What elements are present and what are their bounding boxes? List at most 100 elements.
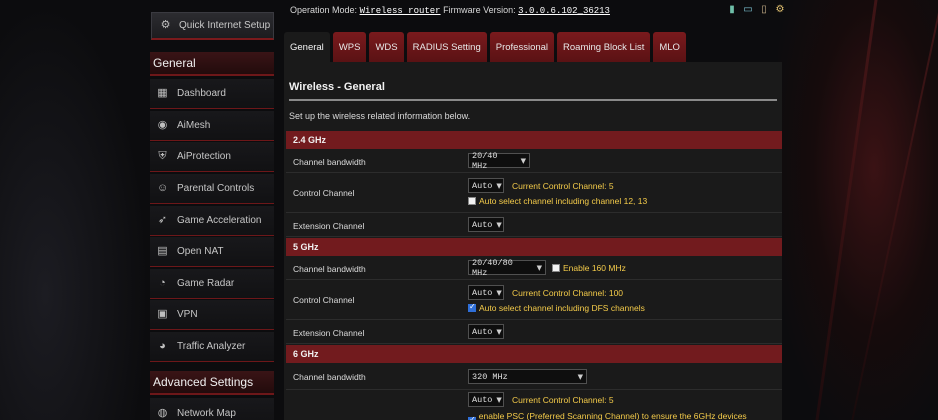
extension-channel-select-2g[interactable]: Auto ▼ xyxy=(468,217,504,232)
row-2g-bandwidth: Channel bandwidth 20/40 MHz ▼ xyxy=(286,149,782,173)
tab-professional[interactable]: Professional xyxy=(489,32,555,62)
background-right xyxy=(778,0,938,420)
quick-internet-setup-button[interactable]: ⚙ Quick Internet Setup xyxy=(151,12,274,40)
sidebar-item-label: Open NAT xyxy=(177,246,224,257)
rocket-icon: ➶ xyxy=(157,214,168,226)
extension-channel-label: Extension Channel xyxy=(293,221,365,231)
psc-checkbox-6g[interactable]: enable PSC (Preferred Scanning Channel) … xyxy=(468,411,782,420)
band-header-2g: 2.4 GHz xyxy=(286,131,782,149)
tab-mlo[interactable]: MLO xyxy=(653,32,686,62)
sidebar-item-network-map[interactable]: ◍ Network Map xyxy=(150,398,274,420)
dashboard-icon: ▦ xyxy=(157,87,168,99)
advanced-settings-title: Advanced Settings xyxy=(150,371,274,395)
sim-icon[interactable]: ▮ xyxy=(726,4,738,16)
globe-icon: ◍ xyxy=(157,406,168,419)
current-channel-status: Current Control Channel: 5 xyxy=(512,394,614,405)
operation-mode-label: Operation Mode: xyxy=(290,5,358,15)
bandwidth-select-6g[interactable]: 320 MHz ▼ xyxy=(468,369,587,384)
sidebar-item-label: Game Radar xyxy=(177,278,235,289)
status-bar: Operation Mode: Wireless router Firmware… xyxy=(290,5,610,19)
row-6g-control-channel: Auto ▼ Current Control Channel: 5 enable… xyxy=(286,390,782,420)
sidebar-item-label: Parental Controls xyxy=(177,183,255,194)
checkbox-box[interactable] xyxy=(468,197,476,205)
tab-wps[interactable]: WPS xyxy=(332,32,367,62)
tab-radius-setting[interactable]: RADIUS Setting xyxy=(406,32,487,62)
band-header-6g: 6 GHz xyxy=(286,345,782,363)
sidebar-item-game-acceleration[interactable]: ➶ Game Acceleration xyxy=(150,206,274,236)
traffic-icon: ◕ xyxy=(159,340,166,352)
auto-channel-checkbox-2g[interactable]: Auto select channel including channel 12… xyxy=(468,196,647,206)
checkbox-box[interactable] xyxy=(468,302,476,312)
row-6g-bandwidth: Channel bandwidth 320 MHz ▼ xyxy=(286,363,782,390)
network-icon[interactable]: ▭ xyxy=(742,4,754,16)
tab-wds[interactable]: WDS xyxy=(369,32,404,62)
chevron-down-icon: ▼ xyxy=(496,327,502,336)
sidebar-item-dashboard[interactable]: ▦ Dashboard xyxy=(150,79,274,109)
select-value: 320 MHz xyxy=(472,371,508,382)
sidebar-item-label: Traffic Analyzer xyxy=(177,341,246,352)
select-value: 20/40 MHz xyxy=(472,150,498,171)
extension-channel-label: Extension Channel xyxy=(293,328,365,338)
tab-bar: General WPS WDS RADIUS Setting Professio… xyxy=(284,32,686,62)
current-channel-status: Current Control Channel: 5 xyxy=(512,180,614,191)
sidebar-item-parental-controls[interactable]: ☺ Parental Controls xyxy=(150,174,274,204)
extension-channel-select-5g[interactable]: Auto ▼ xyxy=(468,324,504,339)
sidebar: ⚙ Quick Internet Setup General ▦ Dashboa… xyxy=(150,0,275,420)
title-divider xyxy=(289,99,777,101)
aimesh-icon: ◉ xyxy=(157,119,168,131)
usb-icon[interactable]: ▯ xyxy=(758,4,770,16)
sidebar-item-traffic-analyzer[interactable]: ◕ Traffic Analyzer xyxy=(150,332,274,362)
select-value: Auto xyxy=(472,219,493,230)
control-channel-select-6g[interactable]: Auto ▼ xyxy=(468,392,504,407)
firmware-version-link[interactable]: 3.0.0.6.102_36213 xyxy=(518,6,610,16)
sidebar-item-open-nat[interactable]: ▤ Open NAT xyxy=(150,237,274,267)
control-channel-select-2g[interactable]: Auto ▼ xyxy=(468,178,504,193)
shield-icon: ⛨ xyxy=(158,150,167,162)
tab-roaming-block-list[interactable]: Roaming Block List xyxy=(557,32,651,62)
sidebar-item-label: AiProtection xyxy=(177,151,231,162)
general-section-title: General xyxy=(150,52,274,76)
quick-internet-setup-label: Quick Internet Setup xyxy=(179,20,271,31)
select-value: Auto xyxy=(472,287,493,298)
page-description: Set up the wireless related information … xyxy=(289,111,471,121)
control-channel-label: Control Channel xyxy=(293,188,355,198)
settings-icon[interactable]: ⚙ xyxy=(774,4,786,16)
checkbox-label: Auto select channel including DFS channe… xyxy=(479,303,645,313)
checkbox-label: Auto select channel including channel 12… xyxy=(479,196,648,206)
sidebar-item-game-radar[interactable]: ◔ Game Radar xyxy=(150,269,274,299)
wand-icon: ⚙ xyxy=(160,19,171,31)
dfs-channel-checkbox-5g[interactable]: Auto select channel including DFS channe… xyxy=(468,302,645,313)
sidebar-item-vpn[interactable]: ▣ VPN xyxy=(150,300,274,330)
row-5g-control-channel: Control Channel Auto ▼ Current Control C… xyxy=(286,280,782,320)
checkbox-label: Enable 160 MHz xyxy=(563,262,626,273)
firmware-label: Firmware Version: xyxy=(443,5,516,15)
select-value: Auto xyxy=(472,394,493,405)
page-title: Wireless - General xyxy=(289,81,385,93)
sidebar-item-label: AiMesh xyxy=(177,120,211,131)
row-2g-control-channel: Control Channel Auto ▼ Current Control C… xyxy=(286,173,782,213)
enable-160mhz-checkbox[interactable]: Enable 160 MHz xyxy=(552,263,626,273)
band-header-5g: 5 GHz xyxy=(286,238,782,256)
checkbox-box[interactable] xyxy=(552,263,560,272)
tab-general[interactable]: General xyxy=(284,32,330,62)
checkbox-label: enable PSC (Preferred Scanning Channel) … xyxy=(478,411,747,420)
operation-mode-link[interactable]: Wireless router xyxy=(360,6,441,16)
control-channel-label: Control Channel xyxy=(293,295,355,305)
select-value: Auto xyxy=(472,326,493,337)
chevron-down-icon: ▼ xyxy=(496,220,502,229)
row-5g-bandwidth: Channel bandwidth 20/40/80 MHz ▼ Enable … xyxy=(286,256,782,280)
background-left xyxy=(0,0,150,420)
bandwidth-select-2g[interactable]: 20/40 MHz ▼ xyxy=(468,150,530,171)
sidebar-item-aimesh[interactable]: ◉ AiMesh xyxy=(150,111,274,141)
sidebar-item-label: Game Acceleration xyxy=(177,215,262,226)
parental-icon: ☺ xyxy=(157,182,169,194)
chevron-down-icon: ▼ xyxy=(520,156,526,165)
control-channel-select-5g[interactable]: Auto ▼ xyxy=(468,285,504,300)
select-value: 20/40/80 MHz xyxy=(472,257,513,278)
row-2g-extension-channel: Extension Channel Auto ▼ xyxy=(286,213,782,237)
bandwidth-select-5g[interactable]: 20/40/80 MHz ▼ xyxy=(468,257,546,278)
row-5g-extension-channel: Extension Channel Auto ▼ xyxy=(286,320,782,344)
sidebar-item-aiprotection[interactable]: ⛨ AiProtection xyxy=(150,142,274,172)
radar-icon: ◔ xyxy=(159,277,166,289)
bandwidth-label: Channel bandwidth xyxy=(293,157,366,167)
